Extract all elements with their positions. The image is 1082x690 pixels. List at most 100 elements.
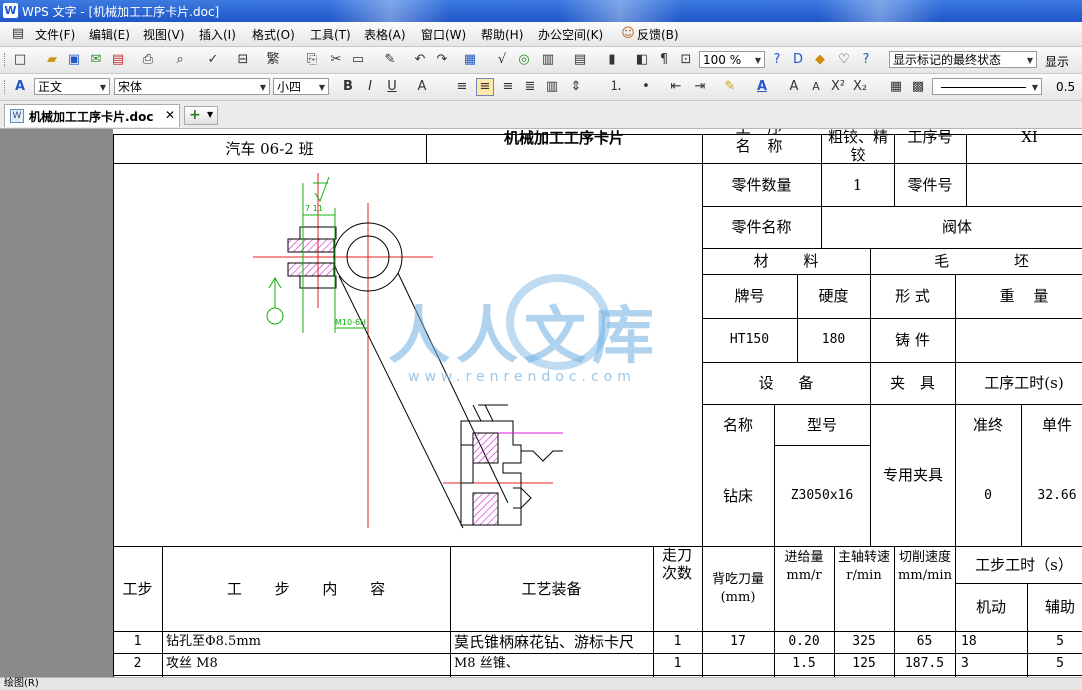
menu-view[interactable]: 视图(V) xyxy=(143,26,185,43)
align-center-icon[interactable]: ≡ xyxy=(476,78,494,96)
style-select[interactable]: 正文 ▼ xyxy=(34,78,110,95)
chevron-down-icon[interactable]: ▼ xyxy=(1024,52,1036,67)
menu-edit[interactable]: 编辑(E) xyxy=(89,26,130,43)
feedback-icon[interactable]: ☺ xyxy=(620,26,636,42)
support-left xyxy=(472,404,482,422)
decrease-indent-icon[interactable]: ⇤ xyxy=(668,79,684,95)
new-tab-button[interactable]: + ▼ xyxy=(184,106,218,125)
tab-label: 机械加工工序卡片.doc xyxy=(29,110,154,124)
justify-icon[interactable]: ≣ xyxy=(522,79,538,95)
chart-icon[interactable]: ▮ xyxy=(604,52,620,68)
close-icon[interactable]: ✕ xyxy=(165,108,175,122)
menu-table[interactable]: 表格(A) xyxy=(364,26,406,43)
distribute-icon[interactable]: ▥ xyxy=(544,79,560,95)
table-border xyxy=(113,675,1082,676)
help-book-icon[interactable]: ? xyxy=(769,52,785,68)
toolbar-grip[interactable] xyxy=(4,80,8,94)
align-left-icon[interactable]: ≡ xyxy=(454,79,470,95)
font-color-icon[interactable]: A xyxy=(754,79,770,95)
draw-menu[interactable]: 绘图(R) xyxy=(4,678,39,690)
copy-icon[interactable]: ⎘ xyxy=(304,52,320,68)
cut-icon[interactable]: ✂ xyxy=(328,52,344,68)
superscript-icon[interactable]: X² xyxy=(830,79,846,95)
doc-menu-icon[interactable]: ▤ xyxy=(10,26,26,42)
document-page[interactable]: 汽车 06-2 班 机械加工工序卡片 工 序 名 称 钻、扩、粗铰、精铰 工序号… xyxy=(113,129,1082,677)
chevron-down-icon[interactable]: ▼ xyxy=(257,79,269,94)
chevron-down-icon[interactable]: ▼ xyxy=(752,52,764,67)
prep-time-label: 准终 xyxy=(972,415,1003,434)
document-map-icon[interactable]: ◧ xyxy=(634,52,650,68)
paste-icon[interactable]: ▭ xyxy=(350,52,366,68)
subscript-icon[interactable]: X₂ xyxy=(852,79,868,95)
markup-display-select[interactable]: 显示标记的最终状态 ▼ xyxy=(889,51,1037,68)
wps-app-icon[interactable]: W xyxy=(3,3,18,18)
page-frame-icon[interactable]: ⊡ xyxy=(678,52,694,68)
menu-file[interactable]: 文件(F) xyxy=(35,26,75,43)
underline-icon[interactable]: U xyxy=(384,79,400,95)
print-icon[interactable]: ⎙ xyxy=(140,52,156,68)
open-folder-icon[interactable]: ▰ xyxy=(44,52,60,68)
line-width-value[interactable]: 0.5 xyxy=(1056,80,1075,94)
toolbar-grip[interactable] xyxy=(4,53,8,67)
chevron-down-icon[interactable]: ▼ xyxy=(97,79,109,94)
template-icon[interactable]: ◆ xyxy=(812,52,828,68)
columns-icon[interactable]: ▤ xyxy=(572,52,588,68)
bullets-icon[interactable]: • xyxy=(638,79,654,95)
lever-arm-left xyxy=(338,275,464,529)
show-hide-marks-icon[interactable]: ¶ xyxy=(656,52,672,68)
menu-help[interactable]: 帮助(H) xyxy=(481,26,523,43)
highlight-icon[interactable]: ✎ xyxy=(722,79,738,95)
menu-window[interactable]: 窗口(W) xyxy=(421,26,466,43)
table-icon[interactable]: ▦ xyxy=(462,52,478,68)
spellcheck-icon[interactable]: ✓ xyxy=(205,52,221,68)
font-select[interactable]: 宋体 ▼ xyxy=(114,78,270,95)
format-painter-icon[interactable]: ✎ xyxy=(382,52,398,68)
menu-tools[interactable]: 工具(T) xyxy=(310,26,351,43)
undo-icon[interactable]: ↶ xyxy=(412,52,428,68)
show-dropdown[interactable]: 显示 xyxy=(1045,53,1069,70)
italic-icon[interactable]: I xyxy=(362,79,378,95)
step-cut-speed: 65 xyxy=(916,634,933,649)
step-equipment: 莫氏锥柄麻花钻、游标卡尺 xyxy=(454,633,635,651)
align-right-icon[interactable]: ≡ xyxy=(500,79,516,95)
document-tab-bar: W 机械加工工序卡片.doc ✕ + ▼ xyxy=(0,101,1082,129)
bold-icon[interactable]: B xyxy=(340,79,356,95)
layout-icon[interactable]: ⊟ xyxy=(235,52,251,68)
menu-feedback[interactable]: 反馈(B) xyxy=(637,26,679,43)
print-preview-icon[interactable]: ⌕ xyxy=(172,52,188,68)
line-spacing-icon[interactable]: ⇕ xyxy=(568,79,584,95)
skin-icon[interactable]: ♡ xyxy=(836,52,852,68)
docer-icon[interactable]: D xyxy=(790,52,806,68)
equipment-label: 设 备 xyxy=(758,374,814,392)
document-workspace[interactable]: 汽车 06-2 班 机械加工工序卡片 工 序 名 称 钻、扩、粗铰、精铰 工序号… xyxy=(0,129,1082,677)
tab-document[interactable]: W 机械加工工序卡片.doc ✕ xyxy=(4,104,180,127)
pdf-icon[interactable]: ▤ xyxy=(110,52,126,68)
traditional-chinese-icon[interactable]: 繁 xyxy=(265,52,281,68)
menu-office-space[interactable]: 办公空间(K) xyxy=(538,26,603,43)
process-no-value: XI xyxy=(1021,129,1038,146)
save-icon[interactable]: ▣ xyxy=(66,52,82,68)
numbering-icon[interactable]: ⒈ xyxy=(608,79,624,95)
insert-table-icon[interactable]: ▥ xyxy=(540,52,556,68)
new-doc-icon[interactable]: □ xyxy=(12,52,28,68)
chevron-down-icon[interactable]: ▼ xyxy=(316,79,328,94)
line-style-select[interactable]: ▼ xyxy=(932,78,1042,95)
formula-icon[interactable]: √ xyxy=(494,52,510,68)
redo-icon[interactable]: ↷ xyxy=(434,52,450,68)
shrink-font-icon[interactable]: A xyxy=(808,79,824,95)
zoom-select[interactable]: 100 % ▼ xyxy=(699,51,765,68)
menu-format[interactable]: 格式(O) xyxy=(252,26,295,43)
borders-icon[interactable]: ▦ xyxy=(888,79,904,95)
hyperlink-icon[interactable]: ◎ xyxy=(516,52,532,68)
speed-header: 主轴转速 r/min xyxy=(837,550,890,583)
help-icon[interactable]: ? xyxy=(858,52,874,68)
chevron-down-icon[interactable]: ▼ xyxy=(1029,79,1041,94)
shading-icon[interactable]: ▩ xyxy=(910,79,926,95)
menu-insert[interactable]: 插入(I) xyxy=(199,26,236,43)
grow-font-icon[interactable]: A xyxy=(786,79,802,95)
styles-icon[interactable]: A xyxy=(12,79,28,95)
font-size-select[interactable]: 小四 ▼ xyxy=(273,78,329,95)
increase-indent-icon[interactable]: ⇥ xyxy=(692,79,708,95)
email-icon[interactable]: ✉ xyxy=(88,52,104,68)
text-effects-icon[interactable]: A xyxy=(414,79,430,95)
